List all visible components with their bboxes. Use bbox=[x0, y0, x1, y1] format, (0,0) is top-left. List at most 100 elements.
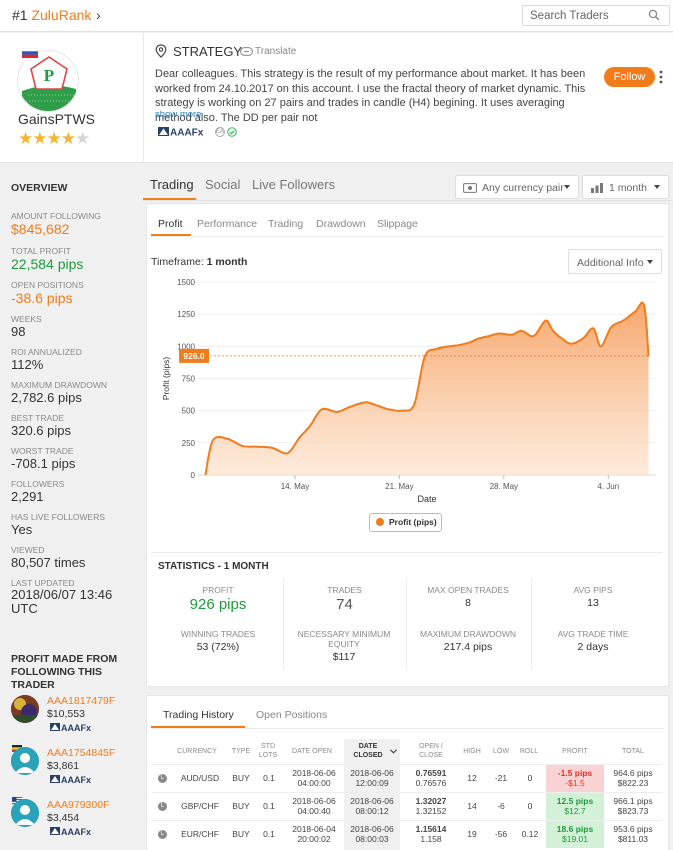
follower-avatar[interactable] bbox=[11, 747, 39, 775]
stat-value: 53 (72%) bbox=[196, 641, 240, 653]
profit-pips: 12.5 pips bbox=[556, 796, 594, 806]
stat-divider bbox=[531, 578, 532, 670]
col-date-open[interactable]: DATE OPEN bbox=[287, 748, 337, 757]
zulurank-link[interactable]: #1 ZuluRank bbox=[12, 7, 91, 23]
russia-flag-icon bbox=[22, 48, 38, 58]
location-pin-icon bbox=[155, 44, 167, 58]
tab-social[interactable]: Social bbox=[205, 177, 240, 192]
live-followers-value: Yes bbox=[11, 522, 33, 537]
follower-amount: $3,861 bbox=[47, 760, 80, 772]
follower-name[interactable]: AAA979300F bbox=[47, 799, 109, 811]
stat-label: VIEWED bbox=[11, 545, 45, 555]
tab-open-positions[interactable]: Open Positions bbox=[256, 709, 327, 721]
open-price: 0.76591 bbox=[415, 768, 447, 778]
chevron-right-icon[interactable]: › bbox=[96, 7, 101, 23]
col-date-closed[interactable]: DATE CLOSED bbox=[350, 743, 386, 760]
stat-label: FOLLOWERS bbox=[11, 479, 65, 489]
additional-info-dropdown[interactable]: Additional Info bbox=[568, 249, 662, 274]
stat-label: MAX OPEN TRADES bbox=[427, 585, 509, 595]
subtab-drawdown[interactable]: Drawdown bbox=[316, 218, 366, 230]
follower-broker-text: AAAFx bbox=[61, 723, 91, 732]
profit-usd: $19.01 bbox=[562, 834, 588, 844]
rank-prefix: #1 bbox=[12, 7, 28, 23]
subtab-slippage[interactable]: Slippage bbox=[377, 218, 418, 230]
stat-label: TOTAL PROFIT bbox=[11, 246, 71, 256]
col-roll[interactable]: ROLL bbox=[516, 748, 542, 757]
tab-live-followers[interactable]: Live Followers bbox=[252, 177, 335, 192]
profit-area bbox=[205, 302, 649, 475]
total-usd: $823.73 bbox=[617, 806, 649, 816]
cell-open-close: 1.15614 1.158 bbox=[408, 824, 454, 844]
y-tick-label: 1500 bbox=[177, 278, 195, 287]
sort-chevron-icon[interactable] bbox=[390, 749, 397, 754]
date-closed: 2018-06-06 bbox=[350, 824, 394, 834]
col-total[interactable]: TOTAL bbox=[607, 748, 659, 757]
follower-amount: $3,454 bbox=[47, 812, 80, 824]
open-price: 1.32027 bbox=[415, 796, 447, 806]
stat-value: 8 bbox=[465, 597, 471, 609]
close-price: 1.158 bbox=[420, 834, 442, 844]
caret-down-icon bbox=[564, 185, 570, 189]
time-open: 04:00:40 bbox=[297, 806, 331, 816]
total-pips: 966.1 pips bbox=[613, 796, 653, 806]
search-icon[interactable] bbox=[648, 9, 660, 21]
time-closed: 08:00:03 bbox=[355, 834, 389, 844]
broker-logo-text: AAAFx bbox=[170, 128, 204, 138]
stats-divider bbox=[151, 552, 662, 553]
cell-currency: GBP/CHF bbox=[181, 801, 219, 811]
col-low[interactable]: LOW bbox=[488, 748, 514, 757]
current-profit-label: 926.0 bbox=[183, 351, 205, 361]
followers-value: 2,291 bbox=[11, 489, 44, 504]
cell-profit: 12.5 pips $12.7 bbox=[546, 796, 604, 816]
additional-info-label: Additional Info bbox=[577, 257, 644, 269]
col-type[interactable]: TYPE bbox=[228, 748, 254, 757]
tab-trading-history[interactable]: Trading History bbox=[163, 709, 234, 721]
stat-label: MAXIMUM DRAWDOWN bbox=[419, 629, 516, 639]
col-profit[interactable]: PROFIT bbox=[546, 748, 604, 757]
time-closed: 12:00:09 bbox=[355, 778, 389, 788]
stat-winning-trades: WINNING TRADES 53 (72%) bbox=[152, 629, 284, 653]
date-open: 2018-06-04 bbox=[292, 824, 336, 834]
follower-broker-logo: AAAFx bbox=[50, 827, 91, 836]
subtab-profit[interactable]: Profit bbox=[158, 218, 183, 230]
cell-date-closed: 2018-06-06 08:00:03 bbox=[345, 824, 399, 844]
currency-pair-dropdown[interactable]: Any currency pair bbox=[455, 175, 579, 199]
timeframe-caption: Timeframe: bbox=[151, 256, 204, 268]
follower-name[interactable]: AAA1754845F bbox=[47, 747, 115, 759]
active-tab-indicator bbox=[143, 198, 196, 200]
stat-value: $117 bbox=[332, 651, 356, 663]
cell-date-closed: 2018-06-06 08:00:12 bbox=[345, 796, 399, 816]
show-more-link[interactable]: show more bbox=[155, 109, 201, 120]
ea-badge: EA bbox=[215, 127, 225, 137]
x-axis-label: Date bbox=[417, 494, 436, 504]
col-open-close[interactable]: OPEN / CLOSE bbox=[412, 743, 450, 760]
subtab-performance[interactable]: Performance bbox=[197, 218, 257, 230]
col-std-lots[interactable]: STD LOTS bbox=[257, 743, 279, 760]
trader-avatar: P bbox=[17, 50, 79, 112]
timeframe-label: Timeframe: 1 month bbox=[151, 256, 247, 268]
follow-button[interactable]: Follow bbox=[604, 67, 655, 87]
cell-type: BUY bbox=[232, 773, 250, 783]
stat-trades: TRADES 74 bbox=[282, 585, 407, 613]
position-type-badge: L bbox=[158, 830, 167, 839]
trader-username[interactable]: GainsPTWS bbox=[18, 111, 95, 127]
position-type-badge: L bbox=[158, 802, 167, 811]
translate-link[interactable]: Translate bbox=[255, 46, 296, 57]
tab-trading[interactable]: Trading bbox=[150, 177, 194, 192]
follower-avatar[interactable] bbox=[11, 695, 39, 723]
follower-name[interactable]: AAA1817479F bbox=[47, 695, 115, 707]
cell-date-open: 2018-06-04 20:00:02 bbox=[287, 824, 341, 844]
period-dropdown[interactable]: 1 month bbox=[582, 175, 669, 199]
translate-icon[interactable] bbox=[240, 47, 253, 56]
stat-label: ROI ANNUALIZED bbox=[11, 347, 82, 357]
cell-roll: 0 bbox=[527, 773, 533, 783]
follower-avatar[interactable] bbox=[11, 799, 39, 827]
subtab-trading[interactable]: Trading bbox=[268, 218, 303, 230]
col-high[interactable]: HIGH bbox=[459, 748, 485, 757]
y-axis-label: Profit (pips) bbox=[161, 357, 171, 401]
amount-following-value: $845,682 bbox=[11, 221, 70, 237]
stat-value: 2 days bbox=[577, 641, 609, 653]
col-currency[interactable]: CURRENCY bbox=[172, 748, 222, 757]
more-options-icon[interactable] bbox=[658, 69, 664, 85]
total-pips: 953.6 pips bbox=[613, 824, 653, 834]
